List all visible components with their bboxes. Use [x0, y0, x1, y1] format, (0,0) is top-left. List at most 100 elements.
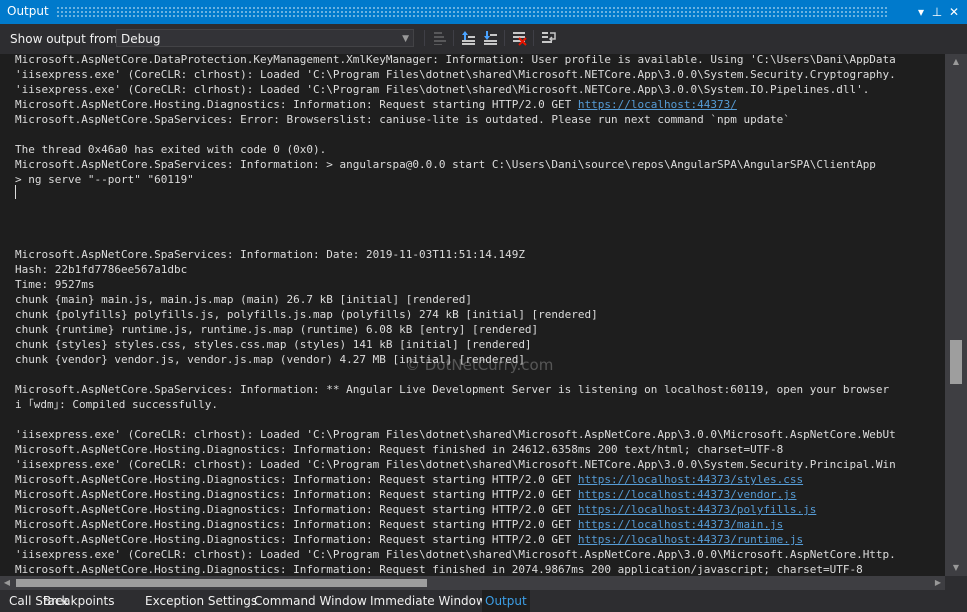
toolbar-separator [504, 30, 505, 46]
tab-command-window[interactable]: Command Window [251, 590, 370, 612]
output-line: chunk {runtime} runtime.js, runtime.js.m… [15, 322, 945, 337]
drag-grip[interactable] [56, 6, 889, 18]
output-line-text: 'iisexpress.exe' (CoreCLR: clrhost): Loa… [15, 548, 896, 561]
output-line: Microsoft.AspNetCore.Hosting.Diagnostics… [15, 517, 945, 532]
output-line-text: The thread 0x46a0 has exited with code 0… [15, 143, 327, 156]
tab-exception-settings[interactable]: Exception Settings [142, 590, 260, 612]
output-url-link[interactable]: https://localhost:44373/main.js [578, 518, 783, 531]
output-line-text: 'iisexpress.exe' (CoreCLR: clrhost): Loa… [15, 83, 870, 96]
window-titlebar: Output ▾ ⊥ ✕ [0, 0, 967, 24]
clear-all-icon[interactable] [510, 29, 528, 47]
output-line: Microsoft.AspNetCore.SpaServices: Error:… [15, 112, 945, 127]
output-line: Microsoft.AspNetCore.Hosting.Diagnostics… [15, 502, 945, 517]
tab-breakpoints[interactable]: Breakpoints [40, 590, 117, 612]
output-text: Microsoft.AspNetCore.DataProtection.KeyM… [15, 54, 945, 576]
output-line: chunk {polyfills} polyfills.js, polyfill… [15, 307, 945, 322]
output-line: 'iisexpress.exe' (CoreCLR: clrhost): Loa… [15, 547, 945, 562]
horizontal-scroll-thumb[interactable] [16, 579, 427, 587]
go-to-next-message-icon[interactable] [481, 29, 499, 47]
output-line-text: chunk {styles} styles.css, styles.css.ma… [15, 338, 532, 351]
watermark: © DotNetCurry.com [405, 356, 554, 374]
output-line-text: Microsoft.AspNetCore.Hosting.Diagnostics… [15, 503, 578, 516]
go-to-previous-message-icon[interactable] [459, 29, 477, 47]
window-title: Output [7, 4, 49, 18]
output-line-text: Microsoft.AspNetCore.Hosting.Diagnostics… [15, 518, 578, 531]
output-line-text: chunk {runtime} runtime.js, runtime.js.m… [15, 323, 539, 336]
output-line-text: chunk {main} main.js, main.js.map (main)… [15, 293, 472, 306]
vertical-scroll-thumb[interactable] [950, 340, 962, 384]
output-line-text: Microsoft.AspNetCore.DataProtection.KeyM… [15, 54, 896, 66]
output-line: Time: 9527ms [15, 277, 945, 292]
output-line-text: 'iisexpress.exe' (CoreCLR: clrhost): Loa… [15, 458, 896, 471]
text-caret [15, 185, 16, 199]
output-url-link[interactable]: https://localhost:44373/ [578, 98, 737, 111]
output-url-link[interactable]: https://localhost:44373/polyfills.js [578, 503, 816, 516]
output-source-value: Debug [121, 32, 161, 46]
output-line-text: Microsoft.AspNetCore.Hosting.Diagnostics… [15, 473, 578, 486]
output-line: Microsoft.AspNetCore.Hosting.Diagnostics… [15, 97, 945, 112]
output-line: 'iisexpress.exe' (CoreCLR: clrhost): Loa… [15, 457, 945, 472]
scroll-down-icon[interactable]: ▼ [945, 560, 967, 576]
bottom-tab-strip: Call Stack Breakpoints Exception Settings C… [0, 590, 967, 612]
horizontal-scrollbar[interactable]: ◀ ▶ [0, 576, 945, 590]
output-line: Microsoft.AspNetCore.Hosting.Diagnostics… [15, 487, 945, 502]
close-icon[interactable]: ✕ [946, 4, 962, 20]
output-line: Microsoft.AspNetCore.SpaServices: Inform… [15, 157, 945, 172]
output-line-text: Microsoft.AspNetCore.Hosting.Diagnostics… [15, 98, 578, 111]
output-source-select[interactable]: Debug ▼ [116, 29, 414, 47]
toolbar-separator [453, 30, 454, 46]
find-message-in-code-icon[interactable] [431, 29, 449, 47]
tab-output[interactable]: Output [482, 590, 530, 612]
output-line-text: i ｢wdm｣: Compiled successfully. [15, 398, 219, 411]
scroll-left-icon[interactable]: ◀ [0, 576, 14, 590]
output-line-text: > ng serve "--port" "60119" [15, 173, 194, 186]
vertical-scrollbar[interactable]: ▲ ▼ [945, 54, 967, 576]
output-line-text: Microsoft.AspNetCore.SpaServices: Error:… [15, 113, 790, 126]
output-line-text: Microsoft.AspNetCore.SpaServices: Inform… [15, 158, 876, 171]
output-line: 'iisexpress.exe' (CoreCLR: clrhost): Loa… [15, 67, 945, 82]
output-line: > ng serve "--port" "60119" [15, 172, 945, 187]
tab-immediate-window[interactable]: Immediate Window [367, 590, 489, 612]
scroll-right-icon[interactable]: ▶ [931, 576, 945, 590]
output-pane[interactable]: Microsoft.AspNetCore.DataProtection.KeyM… [0, 54, 945, 576]
output-line-text: Time: 9527ms [15, 278, 95, 291]
output-line-text: Microsoft.AspNetCore.SpaServices: Inform… [15, 248, 525, 261]
output-url-link[interactable]: https://localhost:44373/vendor.js [578, 488, 797, 501]
output-line-text: 'iisexpress.exe' (CoreCLR: clrhost): Loa… [15, 428, 896, 441]
output-line: Microsoft.AspNetCore.Hosting.Diagnostics… [15, 562, 945, 576]
output-toolbar: Show output from: Debug ▼ [0, 24, 967, 54]
output-line: Microsoft.AspNetCore.Hosting.Diagnostics… [15, 472, 945, 487]
output-url-link[interactable]: https://localhost:44373/styles.css [578, 473, 803, 486]
toggle-word-wrap-icon[interactable] [540, 29, 558, 47]
output-line-text: chunk {polyfills} polyfills.js, polyfill… [15, 308, 598, 321]
window-menu-dropdown-icon[interactable]: ▾ [913, 4, 929, 20]
output-line-text: 'iisexpress.exe' (CoreCLR: clrhost): Loa… [15, 68, 896, 81]
output-line: chunk {styles} styles.css, styles.css.ma… [15, 337, 945, 352]
output-line-text: Hash: 22b1fd7786ee567a1dbc [15, 263, 188, 276]
output-line-text: Microsoft.AspNetCore.SpaServices: Inform… [15, 383, 890, 396]
output-line: Microsoft.AspNetCore.DataProtection.KeyM… [15, 54, 945, 67]
output-line-text: Microsoft.AspNetCore.Hosting.Diagnostics… [15, 443, 784, 456]
scrollbar-corner [945, 576, 967, 590]
pin-icon[interactable]: ⊥ [929, 4, 945, 20]
output-url-link[interactable]: https://localhost:44373/runtime.js [578, 533, 803, 546]
output-line: Hash: 22b1fd7786ee567a1dbc [15, 262, 945, 277]
output-line: Microsoft.AspNetCore.Hosting.Diagnostics… [15, 442, 945, 457]
show-output-label: Show output from: [10, 32, 122, 46]
output-line: Microsoft.AspNetCore.SpaServices: Inform… [15, 382, 945, 397]
chevron-down-icon: ▼ [402, 34, 409, 44]
output-line: chunk {main} main.js, main.js.map (main)… [15, 292, 945, 307]
output-line: Microsoft.AspNetCore.Hosting.Diagnostics… [15, 532, 945, 547]
output-line-text: Microsoft.AspNetCore.Hosting.Diagnostics… [15, 563, 863, 576]
scroll-up-icon[interactable]: ▲ [945, 54, 967, 70]
output-line-text: Microsoft.AspNetCore.Hosting.Diagnostics… [15, 533, 578, 546]
output-line: i ｢wdm｣: Compiled successfully. [15, 397, 945, 412]
output-line: Microsoft.AspNetCore.SpaServices: Inform… [15, 247, 945, 262]
output-line: The thread 0x46a0 has exited with code 0… [15, 142, 945, 157]
toolbar-separator [533, 30, 534, 46]
